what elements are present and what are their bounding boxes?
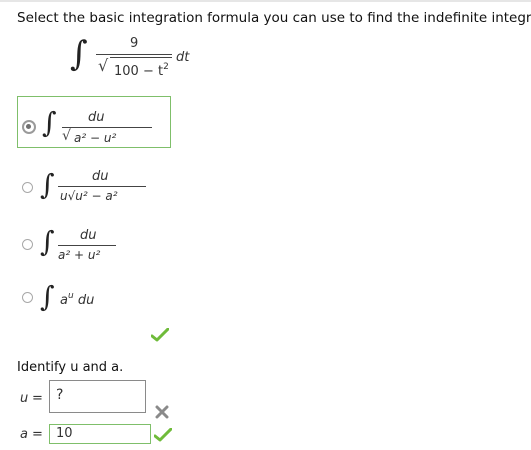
problem-denominator: 100 − t2 (114, 62, 169, 79)
problem-differential: dt (176, 50, 190, 65)
identify-prompt: Identify u and a. (17, 360, 124, 375)
choice-1-fraction-bar (62, 127, 152, 128)
choice-1[interactable]: ∫ du √ a² − u² (22, 104, 162, 145)
choice-2-fraction-bar (58, 186, 146, 187)
choice-correct-check-icon (151, 328, 169, 342)
choice-4[interactable]: ∫ au du (22, 280, 162, 314)
integral-sign: ∫ (70, 34, 88, 74)
u-input-value: ? (56, 387, 64, 403)
choice-3-denominator: a² + u² (58, 248, 101, 262)
sqrt-icon: √ (98, 56, 109, 75)
choice-1-radio[interactable] (22, 120, 36, 134)
a-input[interactable]: 10 (49, 424, 151, 444)
choice-1-sqrt-icon: √ (62, 128, 71, 144)
top-border (0, 0, 531, 2)
a-label: a (20, 427, 28, 442)
choice-1-denominator: a² − u² (74, 131, 117, 145)
u-input[interactable]: ? (49, 380, 146, 413)
choice-1-numerator: du (88, 110, 105, 125)
choice-1-integral-sign: ∫ (42, 106, 57, 139)
a-input-value: 10 (56, 426, 73, 441)
choice-2[interactable]: ∫ du u√u² − a² (22, 166, 162, 206)
question-prompt: Select the basic integration formula you… (17, 10, 531, 26)
choice-2-radio[interactable] (22, 182, 33, 193)
choice-2-integral-sign: ∫ (40, 168, 55, 201)
choice-3-numerator: du (80, 228, 97, 243)
choice-3[interactable]: ∫ du a² + u² (22, 225, 162, 265)
problem-integral: ∫ 9 √ 100 − t2 dt (70, 34, 210, 86)
sqrt-overline (110, 57, 172, 58)
a-equals: = (32, 427, 43, 442)
choice-2-numerator: du (92, 169, 109, 184)
u-label: u (20, 391, 29, 406)
choice-3-integral-sign: ∫ (40, 225, 55, 258)
u-equals: = (32, 391, 43, 406)
a-correct-check-icon (154, 428, 172, 442)
choice-3-fraction-bar (58, 245, 116, 246)
u-incorrect-x-icon (155, 405, 169, 419)
problem-numerator: 9 (130, 36, 139, 51)
choice-4-integral-sign: ∫ (40, 280, 55, 313)
choice-4-radio[interactable] (22, 292, 33, 303)
problem-fraction-bar (96, 54, 172, 55)
choice-4-expression: au du (60, 291, 95, 308)
choice-2-denominator: u√u² − a² (60, 189, 118, 203)
choice-3-radio[interactable] (22, 239, 33, 250)
